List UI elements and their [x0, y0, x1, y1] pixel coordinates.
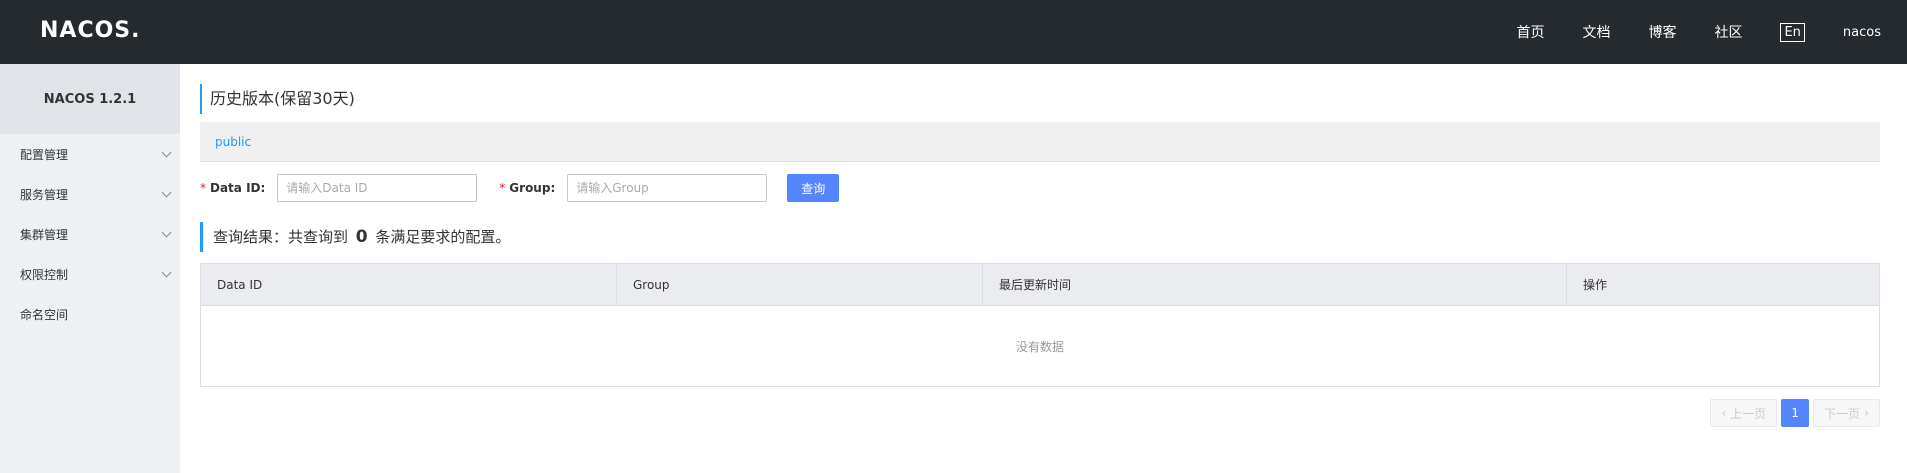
column-header-last-updated: 最后更新时间: [983, 264, 1567, 306]
sidebar-item-label: 配置管理: [20, 147, 69, 162]
empty-state: 没有数据: [1015, 339, 1064, 354]
sidebar-item-access-control[interactable]: 权限控制: [0, 254, 180, 294]
sidebar-item-cluster-management[interactable]: 集群管理: [0, 214, 180, 254]
language-toggle-button[interactable]: En: [1780, 22, 1805, 42]
sidebar-item-label: 服务管理: [20, 187, 69, 202]
table-header: Data ID Group 最后更新时间 操作: [201, 264, 1879, 306]
main-content: 历史版本(保留30天) public * Data ID: * Group: 查…: [200, 64, 1880, 473]
sidebar-item-config-management[interactable]: 配置管理: [0, 134, 180, 174]
chevron-down-icon: [161, 227, 172, 237]
pagination: ‹ 上一页 1 下一页 ›: [1710, 399, 1880, 427]
chevron-right-icon: ›: [1864, 406, 1869, 420]
chevron-left-icon: ‹: [1721, 406, 1727, 420]
data-id-label: Data ID:: [210, 181, 266, 195]
sidebar-title: NACOS 1.2.1: [0, 64, 180, 134]
namespace-link-public[interactable]: public: [215, 135, 251, 149]
nav-community[interactable]: 社区: [1714, 22, 1742, 42]
result-prefix: 查询结果：共查询到: [213, 228, 349, 246]
sidebar-item-label: 权限控制: [20, 267, 69, 282]
nav-blog[interactable]: 博客: [1648, 22, 1676, 42]
group-input[interactable]: [567, 174, 768, 202]
required-mark: *: [499, 181, 506, 195]
chevron-down-icon: [161, 147, 172, 157]
result-suffix: 条满足要求的配置。: [375, 228, 511, 246]
namespace-bar: public: [200, 122, 1880, 162]
next-page-button: 下一页 ›: [1813, 399, 1880, 427]
nav-docs[interactable]: 文档: [1582, 22, 1610, 42]
top-nav: 首页 文档 博客 社区 En nacos: [1516, 0, 1907, 64]
column-header-actions: 操作: [1583, 278, 1608, 292]
page-title: 历史版本(保留30天): [200, 84, 355, 114]
search-form: * Data ID: * Group: 查询: [200, 174, 840, 202]
sidebar-item-label: 命名空间: [20, 307, 69, 322]
chevron-down-icon: [161, 187, 172, 197]
sidebar-item-namespace[interactable]: 命名空间: [0, 294, 180, 334]
query-button[interactable]: 查询: [787, 174, 840, 202]
history-table: Data ID Group 最后更新时间 操作 没有数据: [200, 263, 1880, 387]
group-label: Group:: [509, 181, 556, 195]
top-header: NACOS. 首页 文档 博客 社区 En nacos: [0, 0, 1907, 64]
sidebar-item-label: 集群管理: [20, 227, 69, 242]
next-page-label: 下一页: [1824, 406, 1861, 421]
nacos-logo[interactable]: NACOS.: [40, 18, 141, 43]
user-menu[interactable]: nacos: [1843, 25, 1881, 40]
chevron-down-icon: [161, 267, 172, 277]
sidebar-item-service-management[interactable]: 服务管理: [0, 174, 180, 214]
result-count: 0: [355, 227, 368, 247]
prev-page-button: ‹ 上一页: [1710, 399, 1778, 427]
sidebar: NACOS 1.2.1 配置管理 服务管理 集群管理 权限控制 命名空间: [0, 64, 180, 473]
nav-home[interactable]: 首页: [1516, 22, 1544, 42]
column-header-data-id: Data ID: [201, 264, 617, 306]
prev-page-label: 上一页: [1730, 406, 1767, 421]
result-summary: 查询结果：共查询到 0 条满足要求的配置。: [200, 222, 510, 252]
data-id-input[interactable]: [277, 174, 478, 202]
page-number-current[interactable]: 1: [1781, 399, 1810, 427]
column-header-group: Group: [617, 264, 983, 306]
required-mark: *: [200, 181, 206, 195]
